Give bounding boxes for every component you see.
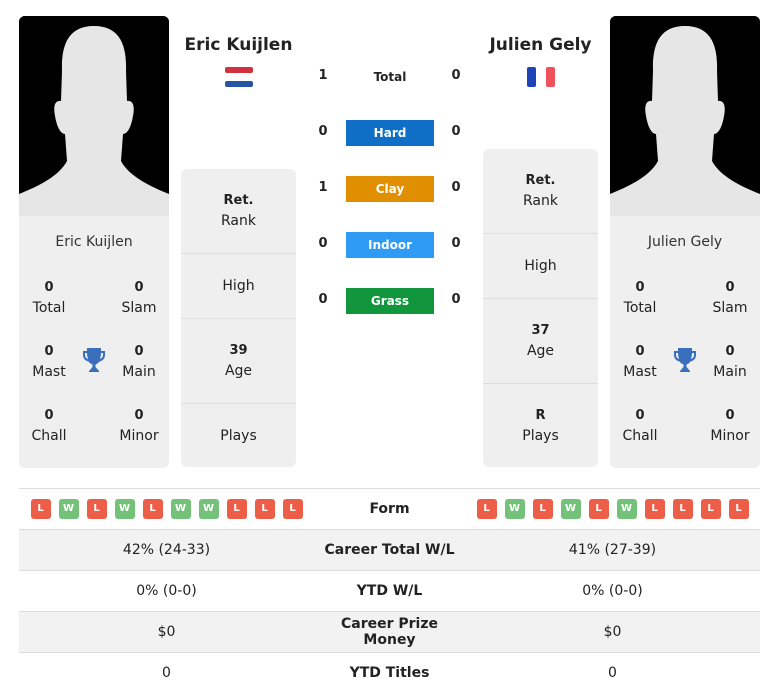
- career-wl-row: 42% (24-33) Career Total W/L 41% (27-39): [19, 529, 760, 570]
- form-win-badge[interactable]: W: [170, 499, 191, 519]
- player1-age: 39 Age: [181, 319, 296, 404]
- form-loss-badge[interactable]: L: [254, 499, 275, 519]
- player2-form: LWLWLWLLLL: [465, 499, 760, 519]
- player1-name[interactable]: Eric Kuijlen: [181, 35, 296, 55]
- surface-indoor-badge: Indoor: [346, 232, 434, 258]
- player1-main-titles: 0 Main: [122, 344, 156, 380]
- player2-minor-titles: 0 Minor: [710, 408, 750, 444]
- player1-slam-titles: 0 Slam: [121, 280, 157, 316]
- form-loss-badge[interactable]: L: [644, 499, 665, 519]
- form-row: LWLWLWWLLL Form LWLWLWLLLL: [19, 488, 760, 529]
- player1-prize: $0: [157, 624, 176, 640]
- form-loss-badge[interactable]: L: [532, 499, 553, 519]
- form-loss-badge[interactable]: L: [282, 499, 303, 519]
- form-win-badge[interactable]: W: [560, 499, 581, 519]
- player2-high: High: [483, 234, 598, 299]
- form-loss-badge[interactable]: L: [728, 499, 749, 519]
- surface-grass-badge: Grass: [346, 288, 434, 314]
- player2-name[interactable]: Julien Gely: [483, 35, 598, 55]
- form-loss-badge[interactable]: L: [142, 499, 163, 519]
- prize-label: Career Prize Money: [340, 616, 438, 648]
- player2-age: 37 Age: [483, 299, 598, 384]
- player2-chall-titles: 0 Chall: [622, 408, 658, 444]
- player2-plays: R Plays: [522, 407, 559, 444]
- form-label: Form: [369, 501, 410, 517]
- player2-card: Julien Gely 0 Total 0 Slam 0 Mast 0 Main 0 Ch…: [610, 216, 760, 468]
- netherlands-flag-icon: [225, 67, 253, 91]
- h2h-clay-p2: 0: [451, 180, 461, 195]
- player1-photo: [19, 16, 169, 216]
- surface-hard-badge: Hard: [346, 120, 434, 146]
- form-loss-badge[interactable]: L: [700, 499, 721, 519]
- player2-mast-titles: 0 Mast: [623, 344, 657, 380]
- player1-card-name: Eric Kuijlen: [55, 234, 133, 250]
- form-loss-badge[interactable]: L: [672, 499, 693, 519]
- form-loss-badge[interactable]: L: [476, 499, 497, 519]
- ytd-wl-label: YTD W/L: [356, 583, 423, 599]
- trophy-icon: [673, 347, 697, 377]
- player1-high: High: [181, 254, 296, 319]
- ytd-titles-row: 0 YTD Titles 0: [19, 652, 760, 693]
- player2-main-titles: 0 Main: [713, 344, 747, 380]
- player1-form: LWLWLWWLLL: [19, 499, 314, 519]
- h2h-total-p1: 1: [318, 68, 328, 83]
- player2-info-panel: Ret. Rank High 37 Age R Plays: [483, 149, 598, 467]
- h2h-clay-p1: 1: [318, 180, 328, 195]
- form-win-badge[interactable]: W: [616, 499, 637, 519]
- player1-minor-titles: 0 Minor: [119, 408, 159, 444]
- form-win-badge[interactable]: W: [198, 499, 219, 519]
- h2h-total-p2: 0: [451, 68, 461, 83]
- prize-row: $0 Career Prize Money $0: [19, 611, 760, 652]
- player2-ytd-wl: 0% (0-0): [582, 583, 643, 599]
- player2-total-titles: 0 Total: [623, 280, 657, 316]
- form-win-badge[interactable]: W: [114, 499, 135, 519]
- player1-ytd-wl: 0% (0-0): [136, 583, 197, 599]
- form-win-badge[interactable]: W: [504, 499, 525, 519]
- player2-ytd-titles: 0: [608, 665, 617, 681]
- player1-info-panel: Ret. Rank High 39 Age Plays: [181, 169, 296, 467]
- h2h-total-label: Total: [373, 70, 407, 84]
- player1-card: Eric Kuijlen 0 Total 0 Slam 0 Mast 0 Main 0C…: [19, 216, 169, 468]
- silhouette-icon: [610, 16, 760, 216]
- player2-card-name: Julien Gely: [647, 234, 723, 250]
- career-wl-label: Career Total W/L: [324, 542, 455, 558]
- player1-career-wl: 42% (24-33): [122, 542, 211, 558]
- form-loss-badge[interactable]: L: [226, 499, 247, 519]
- player2-rank: Ret. Rank: [483, 149, 598, 234]
- form-loss-badge[interactable]: L: [30, 499, 51, 519]
- form-loss-badge[interactable]: L: [86, 499, 107, 519]
- player2-career-wl: 41% (27-39): [568, 542, 657, 558]
- h2h-grass-p1: 0: [318, 292, 328, 307]
- form-win-badge[interactable]: W: [58, 499, 79, 519]
- player2-photo: [610, 16, 760, 216]
- player2-slam-titles: 0 Slam: [712, 280, 748, 316]
- h2h-indoor-p1: 0: [318, 236, 328, 251]
- h2h-hard-p1: 0: [318, 124, 328, 139]
- comparison-table: LWLWLWWLLL Form LWLWLWLLLL 42% (24-33) C…: [19, 488, 760, 693]
- player1-plays: Plays: [220, 427, 257, 444]
- player1-chall-titles: 0 Chall: [31, 408, 67, 444]
- h2h-hard-p2: 0: [451, 124, 461, 139]
- player1-rank: Ret. Rank: [181, 169, 296, 254]
- player2-prize: $0: [603, 624, 622, 640]
- ytd-titles-label: YTD Titles: [349, 665, 430, 681]
- surface-clay-badge: Clay: [346, 176, 434, 202]
- player1-ytd-titles: 0: [162, 665, 171, 681]
- silhouette-icon: [19, 16, 169, 216]
- trophy-icon: [82, 347, 106, 377]
- player1-mast-titles: 0 Mast: [32, 344, 66, 380]
- h2h-indoor-p2: 0: [451, 236, 461, 251]
- france-flag-icon: [527, 67, 555, 91]
- ytd-wl-row: 0% (0-0) YTD W/L 0% (0-0): [19, 570, 760, 611]
- form-loss-badge[interactable]: L: [588, 499, 609, 519]
- player1-total-titles: 0 Total: [32, 280, 66, 316]
- h2h-grass-p2: 0: [451, 292, 461, 307]
